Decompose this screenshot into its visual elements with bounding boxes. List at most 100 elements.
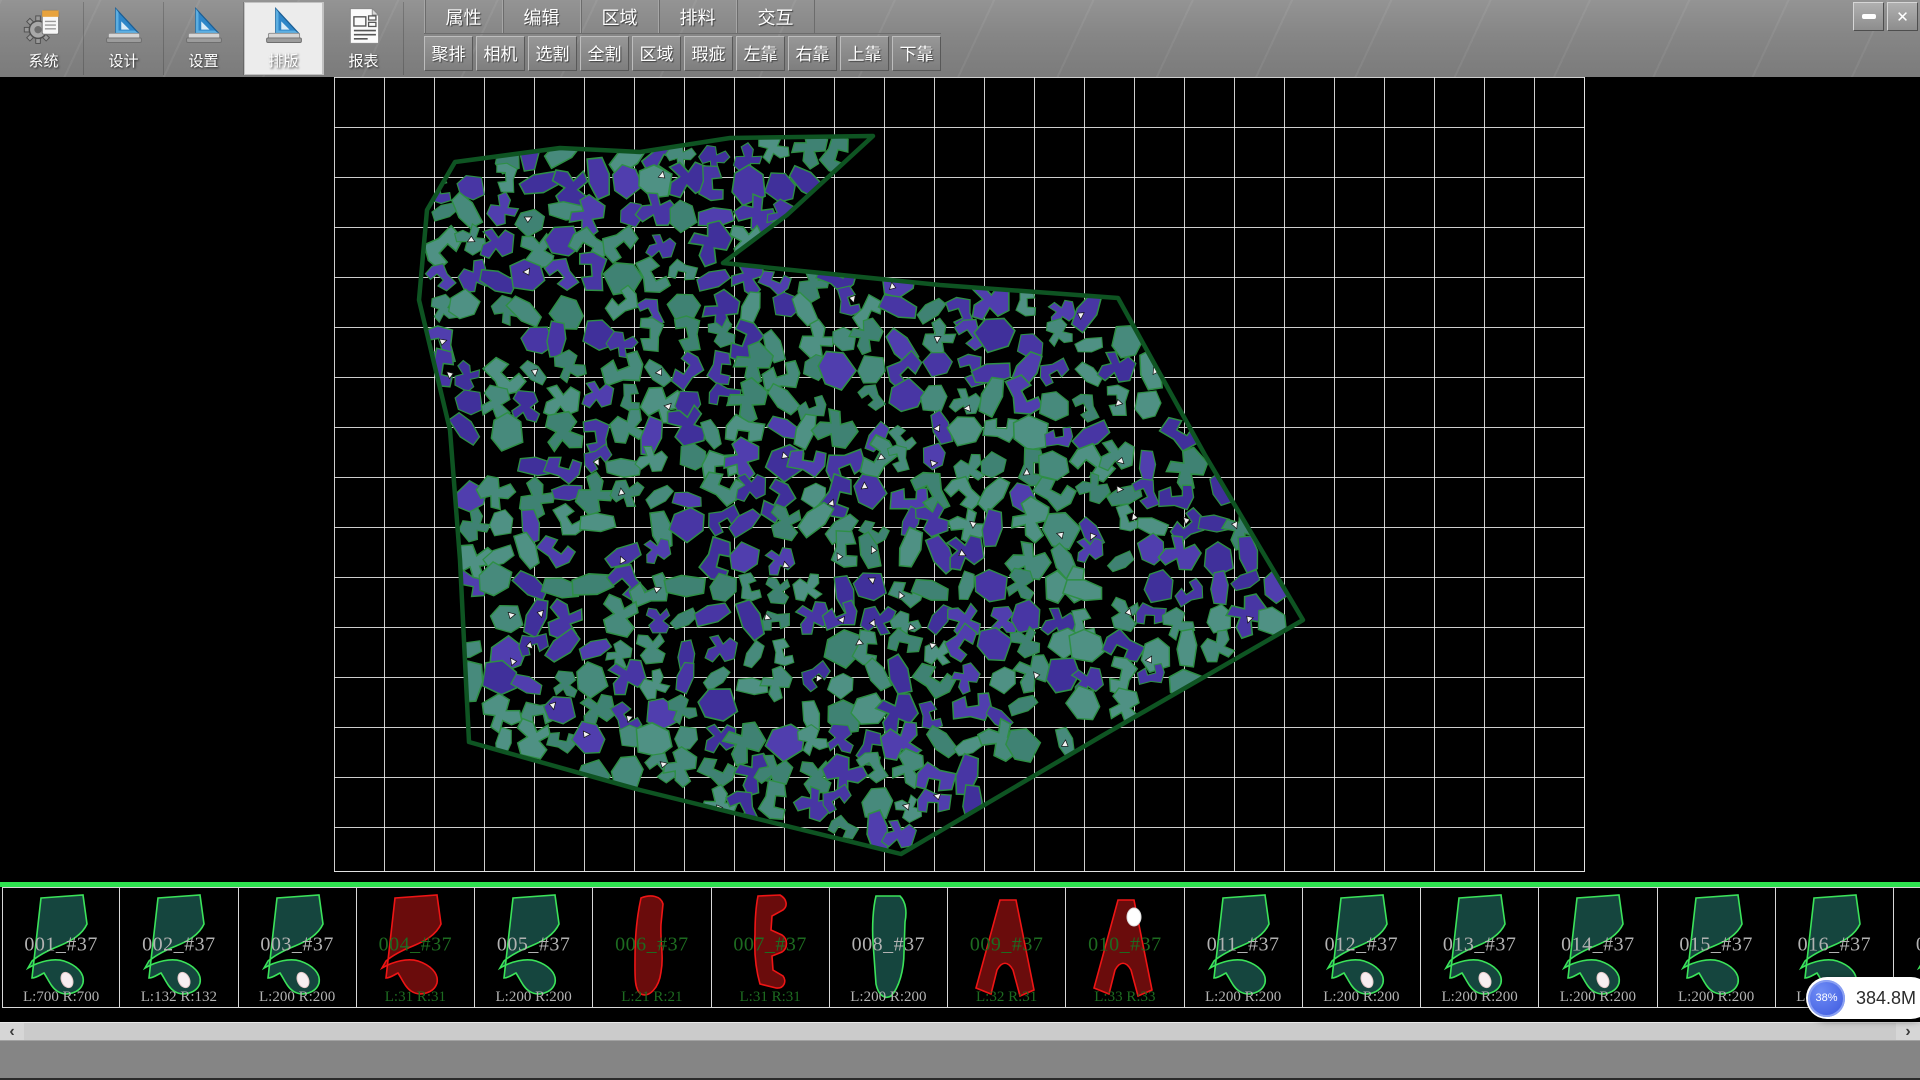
piece-lr-count: L:33 R:33 [1066,989,1183,1006]
piece-thumbnail-003_#37[interactable]: 003_#37 L:200 R:200 [239,887,357,1008]
scroll-right-icon: › [1905,1023,1910,1041]
piece-id-label: 017_#37 [1894,933,1920,956]
piece-lr-count: L:200 R:200 [239,989,356,1006]
piece-thumbnail-014_#37[interactable]: 014_#37 L:200 R:200 [1539,887,1657,1008]
piece-thumbnail-strip: 001_#37 L:700 R:700 002_#37 L:132 R:132 … [0,887,1920,1008]
menu-tab-3[interactable]: 区域 [580,0,658,33]
nav-button-label: 报表 [348,50,378,71]
horizontal-scrollbar[interactable]: ‹ › [0,1022,1920,1041]
piece-lr-count: L:31 R:31 [357,989,474,1006]
piece-thumbnail-007_#37[interactable]: 007_#37 L:31 R:31 [712,887,830,1008]
menu-tabs: 属性编辑区域排料交互 [424,0,941,34]
piece-id-label: 015_#37 [1658,933,1775,956]
nav-button-label: 设计 [108,50,138,71]
nav-button-4[interactable]: 排版 [244,2,324,75]
piece-id-label: 003_#37 [239,933,356,956]
scroll-left-button[interactable]: ‹ [0,1023,24,1041]
piece-id-label: 016_#37 [1776,933,1893,956]
nested-pieces [419,124,1296,853]
menu-tab-4[interactable]: 排料 [658,0,736,33]
memory-usage-badge: 38% 384.8M [1806,977,1920,1019]
app-window: 系统 设计 设置 排版 [0,0,1920,1080]
piece-lr-count: L:132 R:132 [120,989,237,1006]
tool-button-5[interactable]: 区域 [632,36,681,71]
minimize-icon [1862,14,1876,19]
piece-thumbnail-005_#37[interactable]: 005_#37 L:200 R:200 [475,887,593,1008]
nav-button-3[interactable]: 设置 [164,2,244,75]
toolbar: 系统 设计 设置 排版 [0,0,1920,78]
menu-tab-2[interactable]: 编辑 [502,0,580,33]
piece-id-label: 001_#37 [3,933,119,956]
main-nav: 系统 设计 设置 排版 [4,2,404,75]
nav-button-5[interactable]: 报表 [324,2,404,75]
piece-thumbnail-009_#37[interactable]: 009_#37 L:32 R:31 [948,887,1066,1008]
setsquare-icon [182,4,226,48]
close-icon: ✕ [1896,8,1909,26]
piece-lr-count: L:200 R:200 [1539,989,1656,1006]
menu-tab-5[interactable]: 交互 [736,0,815,33]
piece-thumbnail-006_#37[interactable]: 006_#37 L:21 R:21 [593,887,711,1008]
tool-button-8[interactable]: 右靠 [788,36,837,71]
system-gear-icon [22,4,66,48]
piece-lr-count: L:31 R:31 [712,989,829,1006]
piece-lr-count: L:21 R:21 [593,989,710,1006]
tool-buttons: 聚排相机选割全割区域瑕疵左靠右靠上靠下靠 [424,36,941,71]
piece-lr-count: L:200 R:200 [1303,989,1420,1006]
nav-button-2[interactable]: 设计 [84,2,164,75]
close-button[interactable]: ✕ [1887,2,1918,31]
nested-hide-layout[interactable] [0,77,1920,882]
piece-id-label: 006_#37 [593,933,710,956]
nav-button-label: 设置 [188,50,218,71]
piece-id-label: 013_#37 [1421,933,1538,956]
piece-id-label: 014_#37 [1539,933,1656,956]
nav-button-label: 排版 [268,50,298,71]
piece-id-label: 008_#37 [830,933,947,956]
status-bar [0,1040,1920,1080]
piece-lr-count: L:200 R:200 [1658,989,1775,1006]
window-controls: ✕ [1853,2,1918,31]
setsquare-icon [262,4,306,48]
piece-id-label: 005_#37 [475,933,592,956]
piece-lr-count: L:200 R:200 [830,989,947,1006]
piece-lr-count: L:200 R:200 [1421,989,1538,1006]
piece-thumbnail-012_#37[interactable]: 012_#37 L:200 R:200 [1303,887,1421,1008]
menu-area: 属性编辑区域排料交互 聚排相机选割全割区域瑕疵左靠右靠上靠下靠 [424,0,941,71]
piece-thumbnail-010_#37[interactable]: 010_#37 L:33 R:33 [1066,887,1184,1008]
menu-tab-1[interactable]: 属性 [424,0,502,33]
nav-button-label: 系统 [28,50,58,71]
tool-button-4[interactable]: 全割 [580,36,629,71]
memory-percent-label: 38% [1815,992,1837,1004]
piece-lr-count: L:700 R:700 [3,989,119,1006]
scroll-right-button[interactable]: › [1896,1023,1920,1041]
tool-button-7[interactable]: 左靠 [736,36,785,71]
piece-id-label: 002_#37 [120,933,237,956]
piece-thumbnail-015_#37[interactable]: 015_#37 L:200 R:200 [1658,887,1776,1008]
piece-thumbnail-004_#37[interactable]: 004_#37 L:31 R:31 [357,887,475,1008]
piece-id-label: 012_#37 [1303,933,1420,956]
tool-button-2[interactable]: 相机 [476,36,525,71]
nesting-canvas[interactable] [0,77,1920,882]
piece-thumbnail-008_#37[interactable]: 008_#37 L:200 R:200 [830,887,948,1008]
tool-button-3[interactable]: 选割 [528,36,577,71]
scroll-left-icon: ‹ [9,1023,14,1041]
setsquare-icon [102,4,146,48]
piece-id-label: 010_#37 [1066,933,1183,956]
nav-button-1[interactable]: 系统 [4,2,84,75]
tool-button-10[interactable]: 下靠 [892,36,941,71]
memory-percent-indicator: 38% [1808,980,1845,1017]
piece-thumbnail-001_#37[interactable]: 001_#37 L:700 R:700 [2,887,120,1008]
piece-id-label: 007_#37 [712,933,829,956]
tool-button-6[interactable]: 瑕疵 [684,36,733,71]
strip-gap [0,1008,1920,1022]
piece-id-label: 009_#37 [948,933,1065,956]
piece-lr-count: L:32 R:31 [948,989,1065,1006]
piece-thumbnail-013_#37[interactable]: 013_#37 L:200 R:200 [1421,887,1539,1008]
piece-thumbnail-011_#37[interactable]: 011_#37 L:200 R:200 [1185,887,1303,1008]
minimize-button[interactable] [1853,2,1884,31]
tool-button-9[interactable]: 上靠 [840,36,889,71]
piece-thumbnail-002_#37[interactable]: 002_#37 L:132 R:132 [120,887,238,1008]
tool-button-1[interactable]: 聚排 [424,36,473,71]
piece-id-label: 011_#37 [1185,933,1302,956]
piece-id-label: 004_#37 [357,933,474,956]
memory-size-label: 384.8M [1856,988,1916,1009]
